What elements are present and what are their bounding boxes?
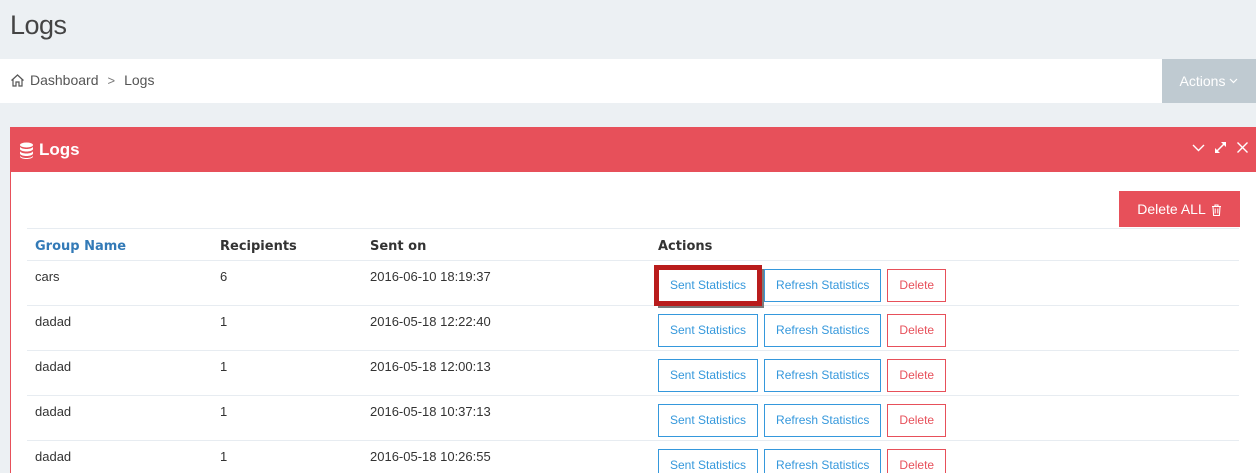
- breadcrumb-item-logs: Logs: [124, 72, 155, 88]
- sent-on-cell: 2016-06-10 18:19:37: [362, 260, 650, 306]
- column-header-sent-on: Sent on: [362, 228, 650, 261]
- column-header-actions: Actions: [650, 228, 1239, 261]
- sent-statistics-button[interactable]: Sent Statistics: [658, 359, 759, 392]
- sent-on-cell: 2016-05-18 12:00:13: [362, 350, 650, 396]
- home-icon[interactable]: [10, 73, 25, 88]
- column-header-group-name[interactable]: Group Name: [27, 228, 212, 261]
- sent-statistics-button[interactable]: Sent Statistics: [658, 314, 759, 347]
- delete-button[interactable]: Delete: [887, 269, 947, 302]
- actions-cell: Sent Statistics Refresh Statistics Delete: [650, 395, 1239, 441]
- trash-icon: [1211, 203, 1222, 217]
- refresh-statistics-button[interactable]: Refresh Statistics: [764, 269, 882, 302]
- column-header-recipients: Recipients: [212, 228, 362, 261]
- delete-button[interactable]: Delete: [887, 314, 947, 347]
- refresh-statistics-button[interactable]: Refresh Statistics: [764, 449, 882, 473]
- actions-label: Actions: [1179, 73, 1226, 89]
- table-header-row: Group Name Recipients Sent on Actions: [27, 228, 1239, 261]
- table-row: dadad 1 2016-05-18 12:22:40 Sent Statist…: [27, 305, 1239, 351]
- chevron-down-icon: [1229, 76, 1238, 87]
- logs-table: Group Name Recipients Sent on Actions ca…: [27, 228, 1239, 473]
- table-row: dadad 1 2016-05-18 10:37:13 Sent Statist…: [27, 395, 1239, 441]
- breadcrumb: Dashboard > Logs: [10, 72, 154, 88]
- recipients-cell: 1: [212, 395, 362, 441]
- panel-title: Logs: [19, 140, 80, 160]
- logs-panel: Logs Delete ALL Group Name Recipients Se…: [10, 127, 1256, 473]
- table-row: dadad 1 2016-05-18 10:26:55 Sent Statist…: [27, 440, 1239, 473]
- table-row: dadad 1 2016-05-18 12:00:13 Sent Statist…: [27, 350, 1239, 396]
- recipients-cell: 1: [212, 305, 362, 351]
- sent-statistics-button[interactable]: Sent Statistics: [658, 449, 759, 473]
- refresh-statistics-button[interactable]: Refresh Statistics: [764, 314, 882, 347]
- table-row: cars 6 2016-06-10 18:19:37 Sent Statisti…: [27, 260, 1239, 306]
- sent-on-cell: 2016-05-18 10:26:55: [362, 440, 650, 473]
- breadcrumb-bar: Dashboard > Logs: [0, 59, 1256, 103]
- page-title: Logs: [10, 10, 67, 40]
- sent-statistics-button[interactable]: Sent Statistics: [653, 265, 763, 306]
- group-name-cell: dadad: [27, 395, 212, 441]
- actions-cell: Sent Statistics Refresh Statistics Delete: [650, 440, 1239, 473]
- sent-on-cell: 2016-05-18 12:22:40: [362, 305, 650, 351]
- recipients-cell: 1: [212, 350, 362, 396]
- actions-dropdown-button[interactable]: Actions: [1162, 59, 1256, 103]
- panel-tools: [1192, 141, 1249, 154]
- panel-header: Logs: [11, 128, 1256, 172]
- group-name-cell: cars: [27, 260, 212, 306]
- close-icon[interactable]: [1236, 141, 1249, 154]
- panel-title-text: Logs: [39, 140, 80, 159]
- delete-button[interactable]: Delete: [887, 359, 947, 392]
- group-name-cell: dadad: [27, 350, 212, 396]
- collapse-chevron-down-icon[interactable]: [1192, 141, 1205, 154]
- sent-on-cell: 2016-05-18 10:37:13: [362, 395, 650, 441]
- delete-button[interactable]: Delete: [887, 404, 947, 437]
- delete-all-label: Delete ALL: [1137, 201, 1206, 217]
- breadcrumb-separator: >: [107, 72, 116, 88]
- delete-button[interactable]: Delete: [887, 449, 947, 473]
- sent-statistics-button[interactable]: Sent Statistics: [658, 404, 759, 437]
- recipients-cell: 1: [212, 440, 362, 473]
- database-icon: [19, 142, 34, 159]
- actions-cell: Sent Statistics Refresh Statistics Delete: [650, 260, 1239, 306]
- delete-all-button[interactable]: Delete ALL: [1119, 191, 1240, 227]
- group-name-cell: dadad: [27, 440, 212, 473]
- group-name-cell: dadad: [27, 305, 212, 351]
- actions-cell: Sent Statistics Refresh Statistics Delete: [650, 350, 1239, 396]
- refresh-statistics-button[interactable]: Refresh Statistics: [764, 359, 882, 392]
- refresh-statistics-button[interactable]: Refresh Statistics: [764, 404, 882, 437]
- breadcrumb-item-dashboard[interactable]: Dashboard: [30, 72, 99, 88]
- expand-icon[interactable]: [1214, 141, 1227, 154]
- recipients-cell: 6: [212, 260, 362, 306]
- actions-cell: Sent Statistics Refresh Statistics Delete: [650, 305, 1239, 351]
